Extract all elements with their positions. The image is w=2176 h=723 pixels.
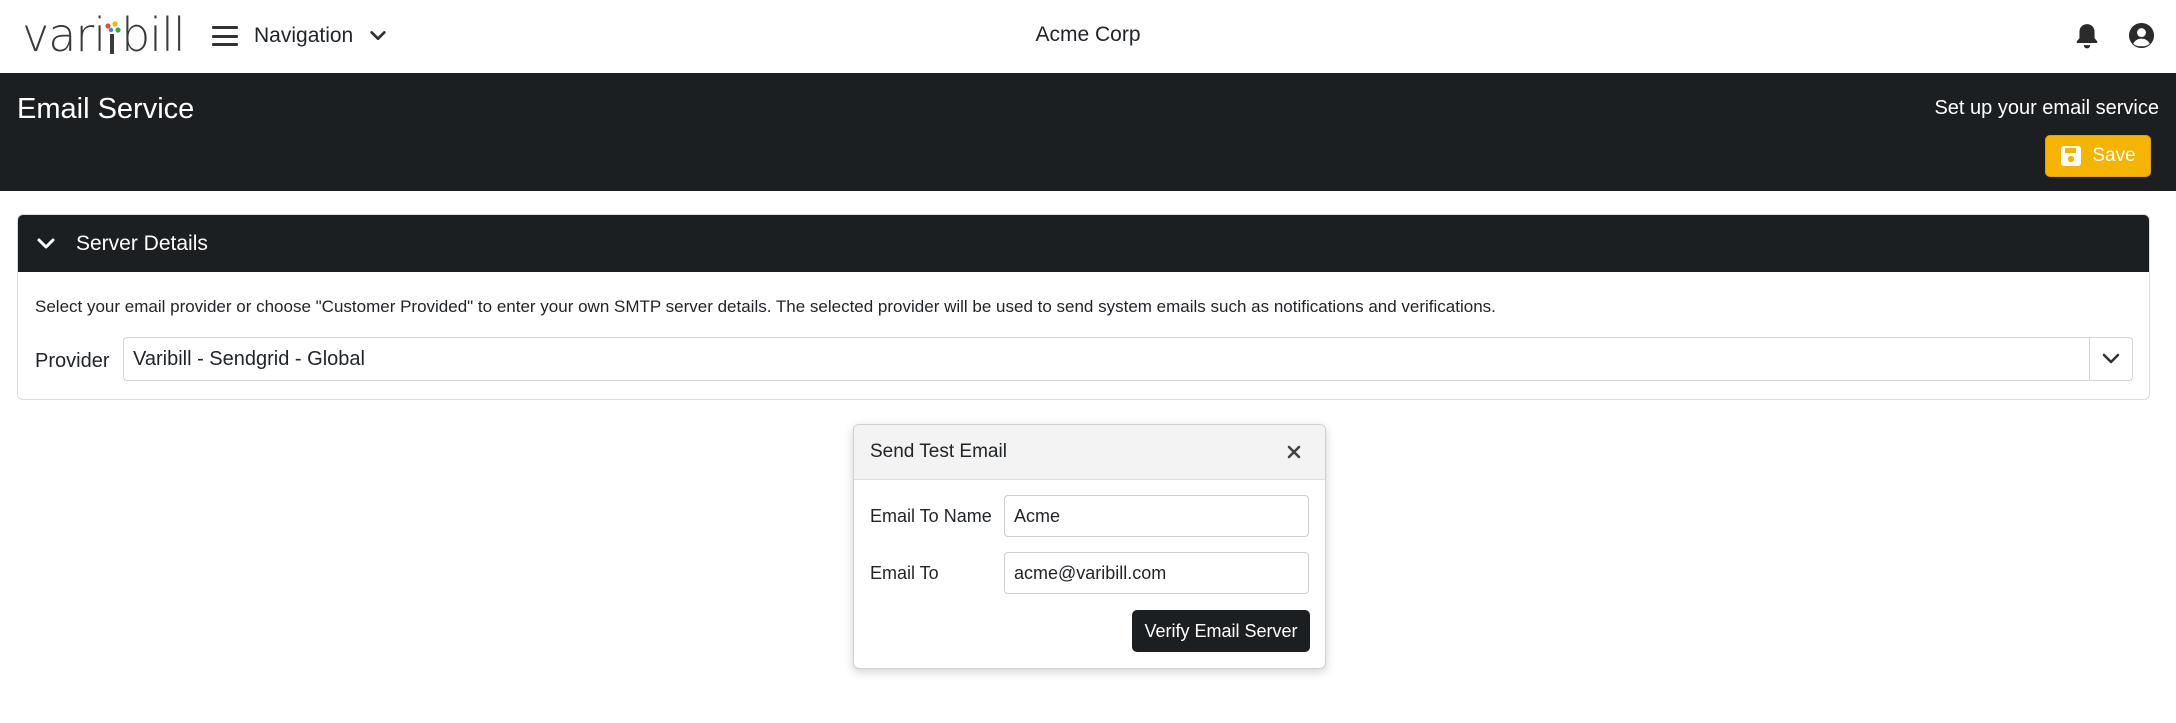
bell-icon[interactable] <box>2074 22 2100 50</box>
logo-dots <box>105 15 121 55</box>
email-to-input[interactable] <box>1004 552 1309 594</box>
server-details-description: Select your email provider or choose "Cu… <box>35 297 1496 316</box>
top-navbar: vari bill Navigation Acme Corp <box>0 0 2176 73</box>
provider-label: Provider <box>35 350 110 372</box>
save-button-label: Save <box>2092 145 2136 166</box>
send-test-email-dialog: Send Test Email Email To Name Email To V… <box>853 424 1326 669</box>
page-subtitle: Set up your email service <box>1934 97 2159 119</box>
server-details-header[interactable]: Server Details <box>18 215 2149 272</box>
chevron-down-icon[interactable] <box>369 27 387 45</box>
server-details-title: Server Details <box>76 231 208 255</box>
save-button[interactable]: Save <box>2045 135 2151 177</box>
navigation-menu-toggle[interactable]: Navigation <box>212 20 387 52</box>
varibill-logo[interactable]: vari bill <box>22 8 186 62</box>
dialog-title: Send Test Email <box>870 441 1007 462</box>
chevron-down-icon[interactable] <box>36 234 56 254</box>
email-to-name-label: Email To Name <box>870 505 992 526</box>
provider-select[interactable]: Varibill - Sendgrid - Global <box>123 337 2133 381</box>
hamburger-icon[interactable] <box>212 26 238 46</box>
logo-text-prefix: vari <box>22 8 106 62</box>
navigation-label[interactable]: Navigation <box>254 24 353 48</box>
email-to-name-row: Email To Name <box>870 495 1309 537</box>
page-header: Email Service Set up your email service … <box>0 73 2176 191</box>
close-icon[interactable] <box>1285 443 1303 461</box>
server-details-card: Server Details Select your email provide… <box>17 214 2150 400</box>
email-to-row: Email To <box>870 552 1309 594</box>
chevron-down-icon <box>2102 353 2120 364</box>
user-circle-icon[interactable] <box>2128 22 2155 49</box>
dialog-header: Send Test Email <box>854 425 1325 480</box>
email-to-label: Email To <box>870 562 939 583</box>
provider-dropdown-toggle[interactable] <box>2089 338 2132 380</box>
provider-selected-value[interactable]: Varibill - Sendgrid - Global <box>133 348 2089 371</box>
company-name: Acme Corp <box>1035 23 1141 46</box>
verify-email-server-button[interactable]: Verify Email Server <box>1132 610 1310 652</box>
page-title: Email Service <box>17 93 195 125</box>
email-to-name-input[interactable] <box>1004 495 1309 537</box>
floppy-disk-icon <box>2061 146 2082 166</box>
logo-text-suffix: bill <box>121 8 186 62</box>
